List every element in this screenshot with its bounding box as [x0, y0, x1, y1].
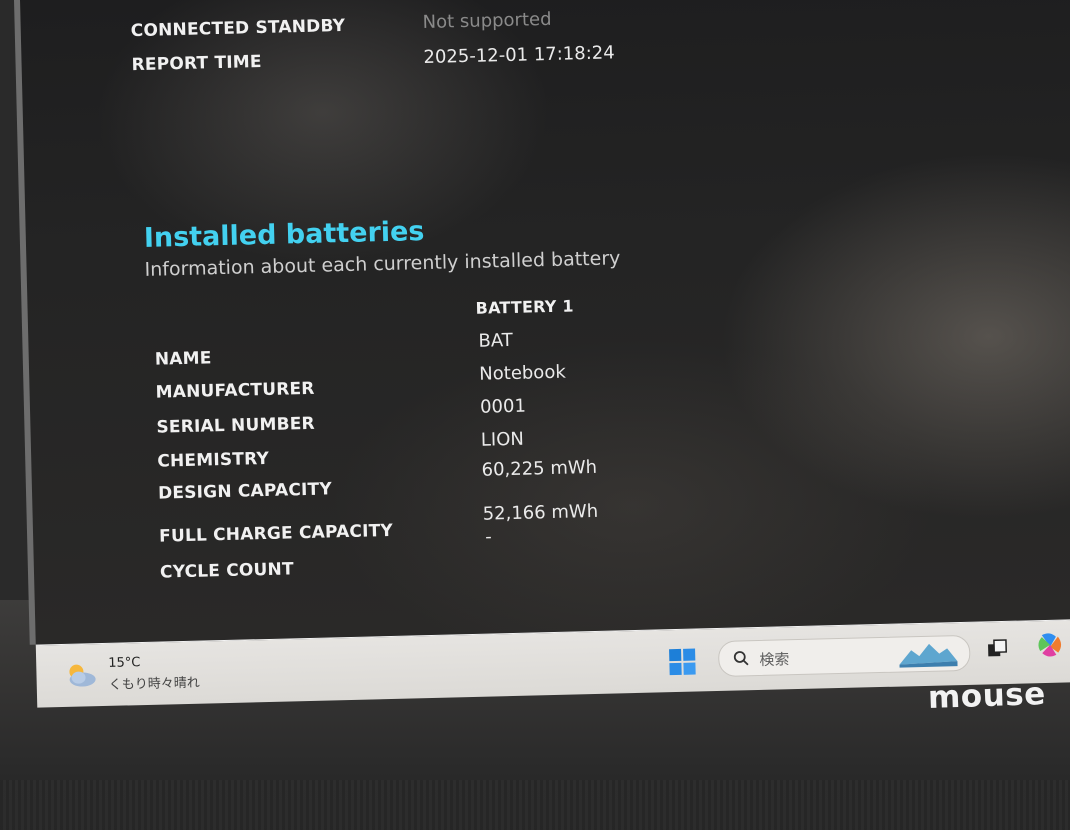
task-view-icon[interactable] — [986, 638, 1009, 661]
photo-frame: mouse CONNECTED STANDBY Not supported RE… — [0, 0, 1070, 830]
table-row-label-manufacturer: MANUFACTURER — [155, 378, 315, 403]
table-row-value-full-charge-capacity: 52,166 mWh — [482, 500, 599, 525]
table-row-label-name: NAME — [154, 348, 212, 370]
search-highlight-icon — [897, 639, 960, 669]
table-row-label-serial: SERIAL NUMBER — [156, 413, 316, 438]
partly-cloudy-icon[interactable] — [64, 660, 99, 689]
monitor-screen: CONNECTED STANDBY Not supported REPORT T… — [14, 0, 1070, 712]
connected-standby-label: CONNECTED STANDBY — [130, 15, 346, 42]
table-row-value-serial: 0001 — [479, 395, 527, 418]
table-row-value-manufacturer: Notebook — [479, 361, 566, 385]
weather-temperature[interactable]: 15°C — [108, 655, 140, 671]
search-input[interactable]: 検索 — [717, 634, 971, 677]
search-placeholder: 検索 — [759, 650, 790, 669]
table-row-value-chemistry: LION — [480, 428, 525, 451]
battery-column-header: BATTERY 1 — [475, 296, 574, 318]
section-title: Installed batteries — [143, 216, 425, 254]
section-subtitle: Information about each currently install… — [144, 247, 621, 281]
monitor-stand-texture — [0, 780, 1070, 830]
table-row-label-chemistry: CHEMISTRY — [157, 448, 270, 472]
copilot-icon[interactable] — [1036, 631, 1065, 660]
table-row-label-cycle-count: CYCLE COUNT — [159, 559, 295, 583]
table-row-label-full-charge-capacity: FULL CHARGE CAPACITY — [158, 520, 394, 547]
table-row-label-design-capacity: DESIGN CAPACITY — [157, 479, 333, 504]
report-time-label: REPORT TIME — [131, 51, 262, 76]
report-time-value: 2025-12-01 17:18:24 — [423, 42, 615, 69]
connected-standby-value: Not supported — [422, 8, 552, 34]
search-icon — [733, 650, 749, 666]
table-row-value-name: BAT — [478, 329, 513, 352]
weather-description[interactable]: くもり時々晴れ — [108, 672, 200, 693]
windows-logo-icon[interactable] — [668, 648, 697, 677]
table-row-value-cycle-count: - — [485, 526, 493, 548]
battery-report-page: CONNECTED STANDBY Not supported REPORT T… — [14, 0, 1070, 645]
table-row-value-design-capacity: 60,225 mWh — [481, 456, 598, 481]
